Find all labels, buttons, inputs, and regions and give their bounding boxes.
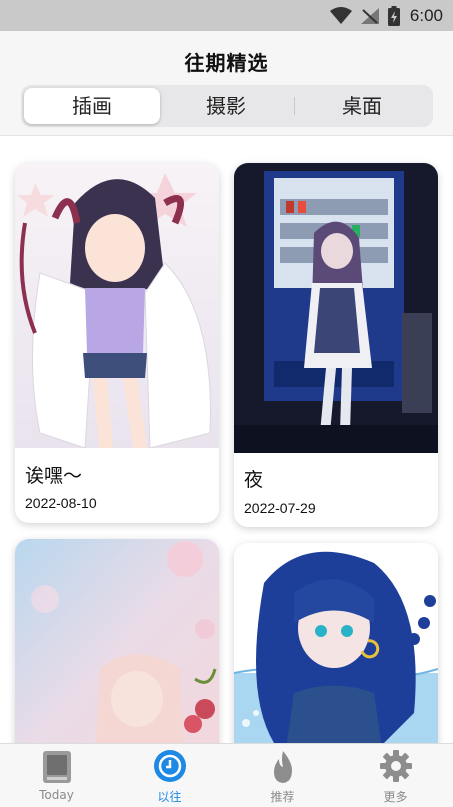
card-title: 诶嘿～ (25, 465, 83, 487)
artwork-card[interactable] (234, 543, 438, 743)
page-title: 往期精选 (184, 51, 269, 75)
book-icon (42, 751, 71, 783)
status-icons: 6:00 (329, 0, 443, 31)
artwork-card[interactable]: 夜 2022-07-29 (234, 163, 438, 527)
bottom-tab-bar: Today 以往 推荐 更多 (0, 743, 453, 807)
card-title: 夜 (244, 469, 264, 491)
gallery-grid: 诶嘿～ 2022-08-10 夜 2022-07-29 (0, 137, 453, 743)
card-date: 2022-07-29 (244, 500, 316, 516)
tab-recommend[interactable]: 推荐 (226, 744, 339, 807)
gear-icon (379, 750, 412, 782)
clock-icon (153, 750, 186, 782)
artwork-image (15, 163, 219, 449)
tab-more[interactable]: 更多 (339, 744, 452, 807)
tab-recommend-label: 推荐 (270, 790, 295, 804)
tab-illustration[interactable]: 插画 (24, 88, 160, 124)
tab-history-label: 以往 (157, 790, 182, 804)
status-time: 6:00 (409, 5, 443, 25)
tab-desktop[interactable]: 桌面 (294, 88, 430, 124)
tab-more-label: 更多 (383, 790, 408, 804)
header: 往期精选 插画 摄影 桌面 (0, 31, 453, 136)
wifi-icon (329, 6, 352, 24)
artwork-card[interactable]: 诶嘿～ 2022-08-10 (15, 163, 219, 523)
flame-icon (273, 751, 292, 783)
battery-icon (387, 5, 400, 26)
artwork-image (234, 543, 438, 743)
artwork-image (15, 539, 219, 743)
artwork-card[interactable] (15, 539, 219, 743)
tab-photography[interactable]: 摄影 (158, 88, 294, 124)
category-segmented-control: 插画 摄影 桌面 (21, 85, 433, 127)
card-date: 2022-08-10 (25, 495, 97, 511)
tab-history[interactable]: 以往 (113, 744, 226, 807)
tab-today-label: Today (39, 788, 74, 802)
tab-today[interactable]: Today (0, 744, 113, 807)
status-bar: 6:00 (0, 0, 453, 31)
no-signal-icon (360, 7, 379, 24)
artwork-image (234, 163, 438, 453)
